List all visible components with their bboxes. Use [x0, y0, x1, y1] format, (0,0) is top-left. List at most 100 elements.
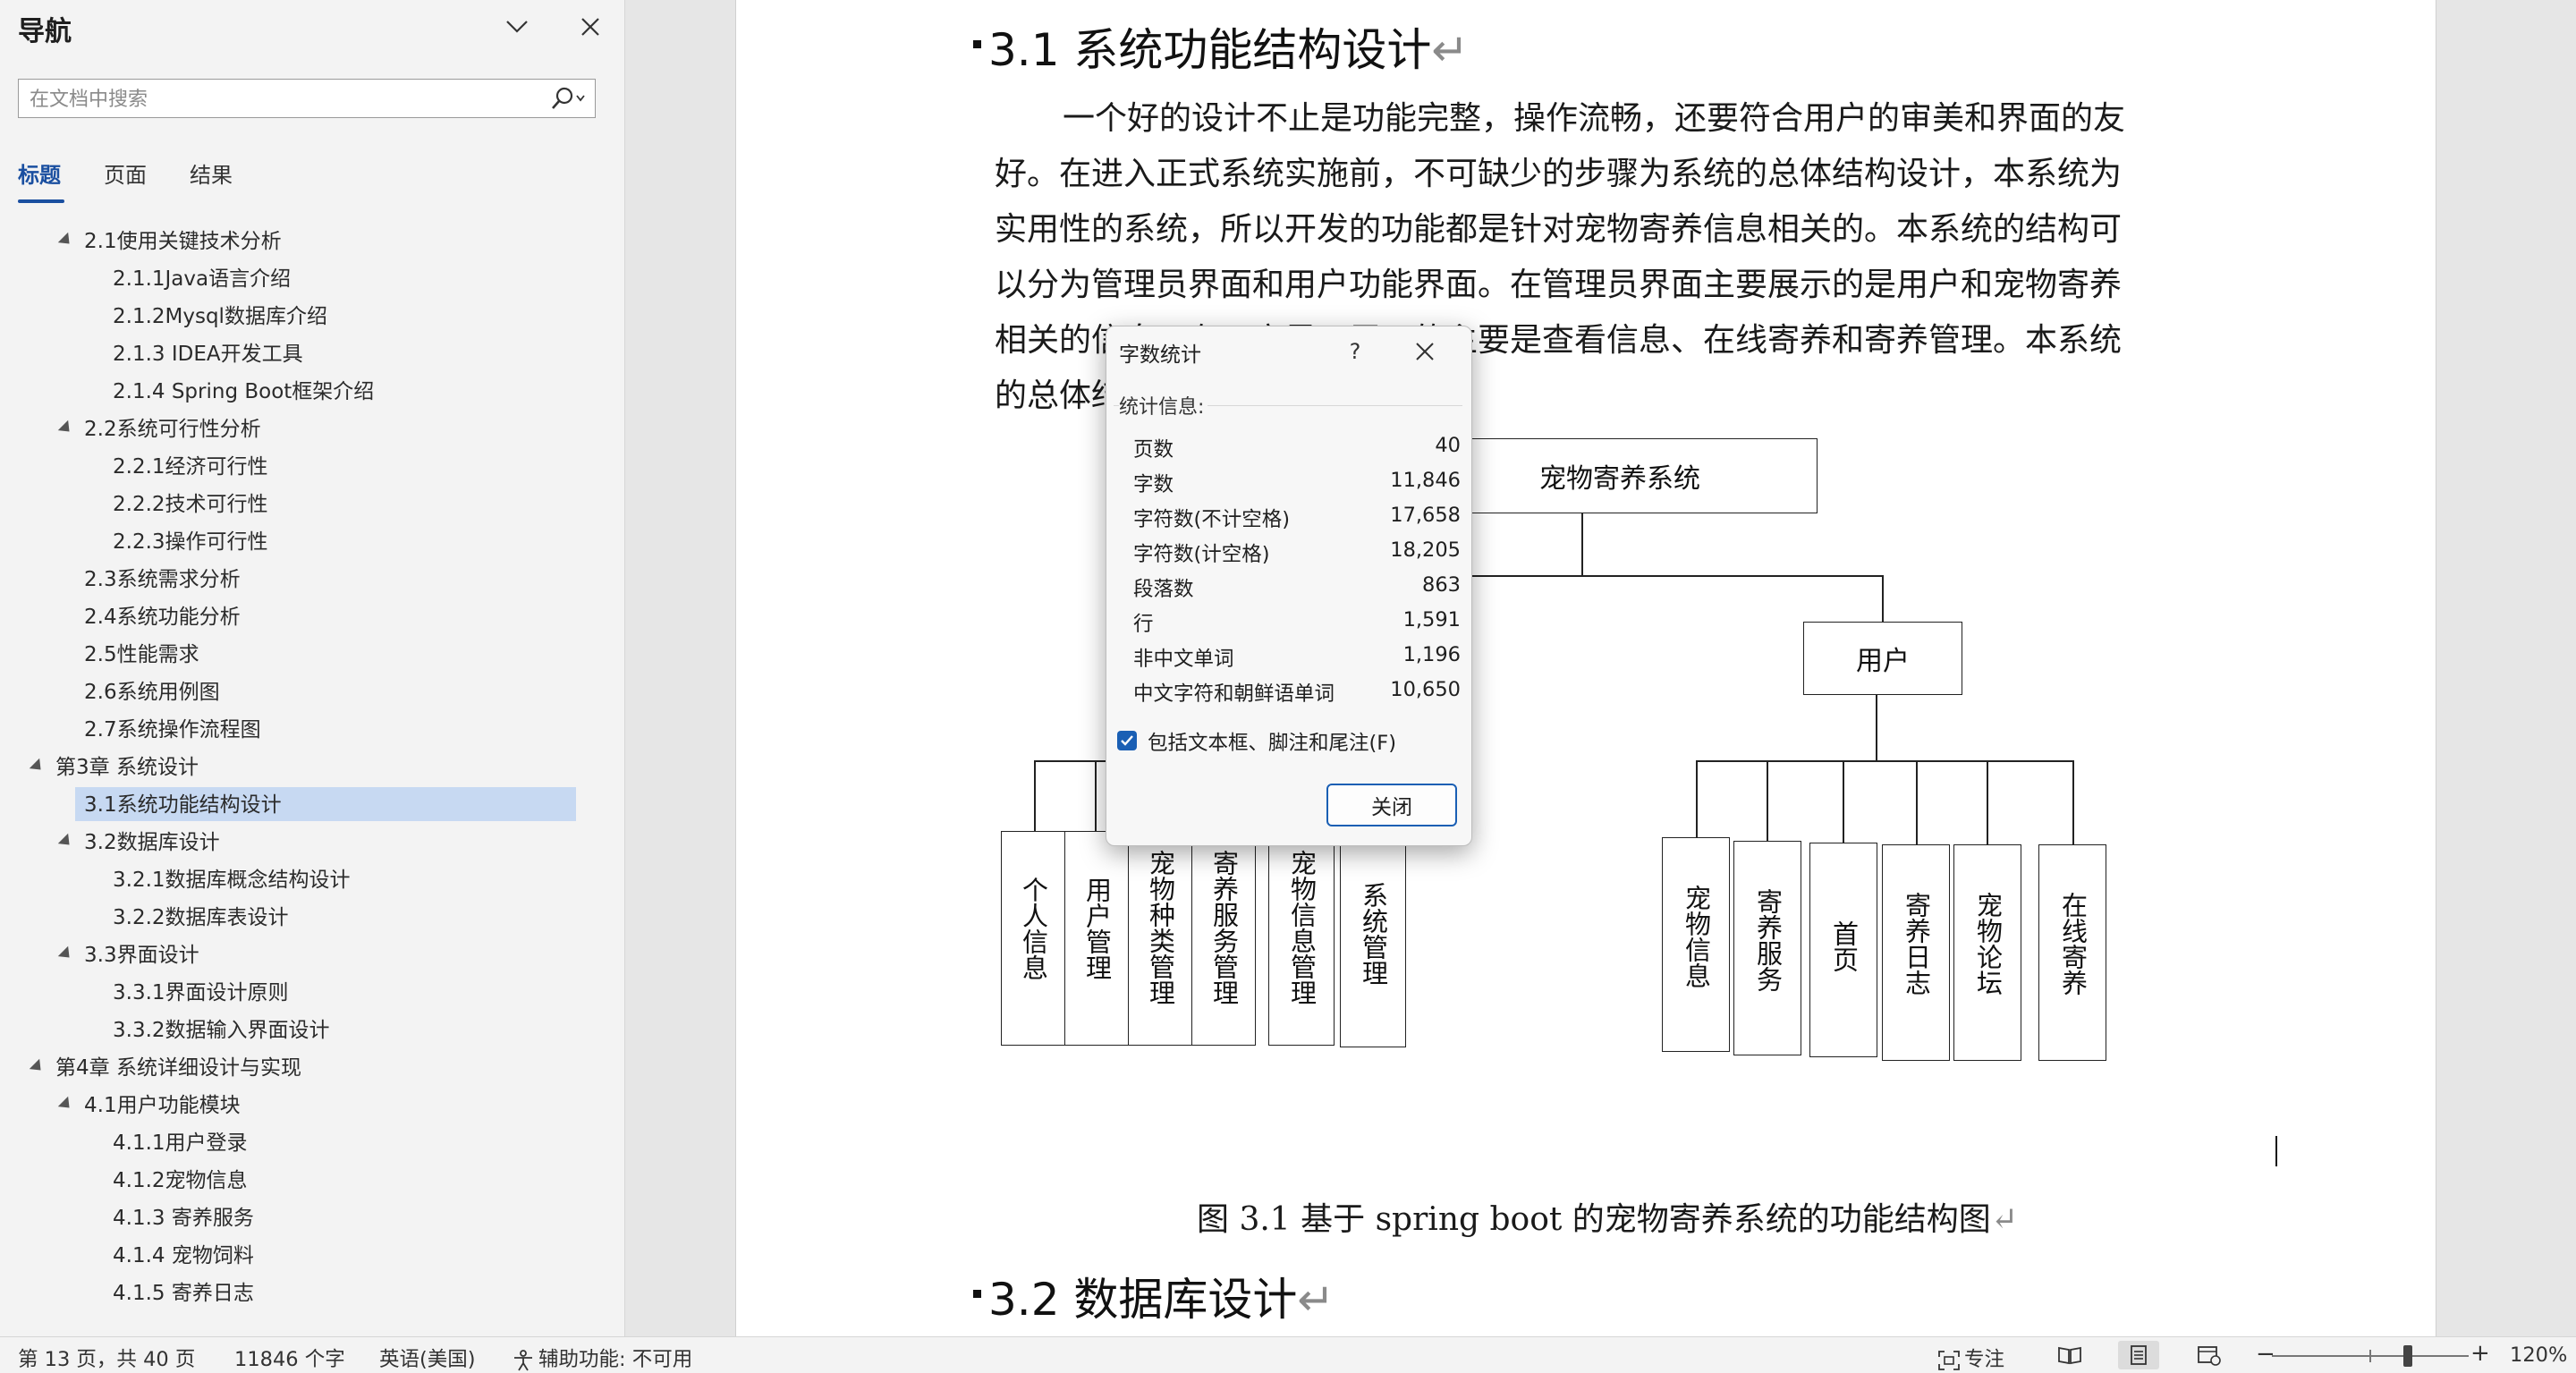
stat-name: 行: [1133, 613, 1154, 636]
tree-item[interactable]: 2.4系统功能分析: [84, 599, 241, 635]
stat-name: 中文字符和朝鲜语单词: [1133, 682, 1335, 706]
close-button[interactable]: 关闭: [1326, 784, 1457, 826]
tree-item[interactable]: 3.3.1界面设计原则: [113, 975, 289, 1011]
tree-item[interactable]: 第3章 系统设计: [55, 750, 199, 785]
tree-item[interactable]: 2.3系统需求分析: [84, 562, 241, 598]
help-button[interactable]: ?: [1337, 334, 1373, 369]
stat-row-non-asian-words: 非中文单词 1,196: [1133, 643, 1461, 677]
tab-headings[interactable]: 标题: [18, 157, 61, 189]
focus-mode-button[interactable]: 专注: [1937, 1343, 2004, 1372]
paragraph-line: 一个好的设计不止是功能完整，操作流畅，还要符合用户的审美和界面的友: [1063, 100, 2126, 137]
zoom-100-tick: [2369, 1350, 2371, 1362]
stat-value: 863: [1422, 573, 1461, 597]
stat-value: 40: [1435, 434, 1461, 457]
tree-item[interactable]: 4.1.3 寄养服务: [113, 1200, 254, 1236]
include-textboxes-label: 包括文本框、脚注和尾注(F): [1148, 732, 1396, 755]
stat-row-asian-chars: 中文字符和朝鲜语单词 10,650: [1133, 678, 1461, 712]
chevron-down-icon[interactable]: [501, 11, 533, 43]
tree-item[interactable]: 4.1.5 寄养日志: [113, 1276, 254, 1311]
statistics-label: 统计信息:: [1119, 391, 1208, 420]
tree-item[interactable]: 第4章 系统详细设计与实现: [55, 1050, 301, 1086]
close-icon[interactable]: [574, 11, 606, 43]
tree-item[interactable]: 2.2.3操作可行性: [113, 524, 268, 560]
diagram-user-child-node: 寄养日志: [1882, 844, 1950, 1061]
expand-caret-icon[interactable]: [57, 1096, 75, 1114]
accessibility-indicator[interactable]: 辅助功能: 不可用: [512, 1343, 692, 1372]
tree-item[interactable]: 2.2.1经济可行性: [113, 449, 268, 485]
tree-item[interactable]: 2.2系统可行性分析: [84, 411, 261, 447]
search-box: [18, 79, 596, 118]
tree-item[interactable]: 2.1.4 Spring Boot框架介绍: [113, 374, 374, 410]
stat-value: 1,196: [1402, 643, 1461, 666]
paragraph-line: 好。在进入正式系统实施前，不可缺少的步骤为系统的总体结构设计，本系统为: [995, 156, 2123, 192]
tree-item[interactable]: 2.1使用关键技术分析: [84, 224, 282, 259]
tree-item[interactable]: 2.1.3 IDEA开发工具: [113, 336, 303, 372]
tree-item[interactable]: 2.7系统操作流程图: [84, 712, 261, 748]
heading-3-1: 3.1 系统功能结构设计↵: [973, 14, 1469, 79]
tree-item[interactable]: 4.1用户功能模块: [84, 1088, 241, 1123]
diagram-admin-node: 寄养服务管理: [1191, 831, 1256, 1046]
diagram-user-child-node: 寄养服务: [1733, 841, 1801, 1055]
expand-caret-icon[interactable]: [57, 420, 75, 437]
zoom-slider-thumb[interactable]: [2402, 1345, 2412, 1367]
active-tab-indicator: [18, 199, 64, 203]
tree-item[interactable]: 4.1.1用户登录: [113, 1125, 248, 1161]
heading-3-2: 3.2 数据库设计↵: [973, 1264, 1335, 1328]
stat-row-lines: 行 1,591: [1133, 608, 1461, 642]
expand-caret-icon[interactable]: [57, 232, 75, 250]
page-indicator[interactable]: 第 13 页，共 40 页: [18, 1343, 195, 1372]
book-icon: [2058, 1346, 2081, 1365]
checkmark-icon[interactable]: [1117, 731, 1137, 750]
search-input[interactable]: [28, 85, 532, 114]
diagram-user-child-node: 在线寄养: [2038, 844, 2106, 1061]
diagram-user-child-node: 宠物信息: [1662, 837, 1730, 1052]
tree-item[interactable]: 3.3.2数据输入界面设计: [113, 1013, 330, 1048]
language-indicator[interactable]: 英语(美国): [379, 1343, 476, 1372]
zoom-in-button[interactable]: +: [2470, 1340, 2490, 1367]
stat-name: 字符数(不计空格): [1133, 508, 1291, 531]
tree-item[interactable]: 2.1.1Java语言介绍: [113, 261, 291, 297]
expand-caret-icon[interactable]: [29, 758, 47, 775]
print-layout-button[interactable]: [2118, 1341, 2159, 1369]
tree-item[interactable]: 3.2.1数据库概念结构设计: [113, 862, 351, 898]
page-icon: [2131, 1345, 2147, 1365]
stat-name: 字数: [1133, 473, 1174, 496]
expand-caret-icon[interactable]: [29, 1058, 47, 1076]
stat-row-paragraphs: 段落数 863: [1133, 573, 1461, 607]
status-bar: 第 13 页，共 40 页 11846 个字 英语(美国) 辅助功能: 不可用 …: [0, 1336, 2576, 1373]
figure-caption: 图 3.1 基于 spring boot 的宠物寄养系统的功能结构图↵: [1197, 1201, 2018, 1238]
stat-row-chars-no-spaces: 字符数(不计空格) 17,658: [1133, 504, 1461, 538]
tree-item[interactable]: 2.2.2技术可行性: [113, 487, 268, 522]
expand-caret-icon[interactable]: [57, 833, 75, 851]
tab-results[interactable]: 结果: [190, 157, 233, 189]
paragraph-line: 以分为管理员界面和用户功能界面。在管理员界面主要展示的是用户和宠物寄养: [995, 267, 2123, 303]
read-mode-button[interactable]: [2052, 1341, 2088, 1369]
tree-item[interactable]: 2.1.2Mysql数据库介绍: [113, 299, 327, 335]
tree-item[interactable]: 2.5性能需求: [84, 637, 199, 673]
diagram-admin-node: 宠物种类管理: [1128, 831, 1192, 1046]
tree-item[interactable]: 4.1.2宠物信息: [113, 1163, 248, 1199]
zoom-out-button[interactable]: −: [2256, 1341, 2275, 1368]
stat-name: 字符数(计空格): [1133, 543, 1270, 566]
zoom-level[interactable]: 120%: [2510, 1343, 2567, 1367]
tree-item[interactable]: 3.2数据库设计: [84, 825, 220, 860]
tab-pages[interactable]: 页面: [104, 157, 147, 189]
tree-item[interactable]: 3.3界面设计: [84, 937, 199, 973]
stat-name: 页数: [1133, 438, 1174, 462]
document-page[interactable]: [735, 0, 2436, 1336]
dialog-close-icon[interactable]: [1407, 334, 1443, 369]
tree-item[interactable]: 4.1.4 宠物饲料: [113, 1238, 254, 1274]
diagram-user-node: 用户: [1803, 622, 1962, 695]
search-button[interactable]: [541, 83, 589, 114]
tree-item[interactable]: 3.1系统功能结构设计: [84, 787, 282, 823]
expand-caret-icon[interactable]: [57, 945, 75, 963]
web-layout-button[interactable]: [2191, 1341, 2227, 1369]
word-count-indicator[interactable]: 11846 个字: [234, 1343, 345, 1372]
tree-item[interactable]: 3.2.2数据库表设计: [113, 900, 289, 936]
tree-item[interactable]: 2.6系统用例图: [84, 674, 220, 710]
stat-value: 1,591: [1402, 608, 1461, 631]
diagram-root-node: 宠物寄养系统: [1422, 438, 1818, 513]
web-layout-icon: [2198, 1346, 2221, 1366]
diagram-user-child-node: 首页: [1809, 843, 1877, 1057]
clipped-tree-item: ▪▪▪▪▪▪▪: [54, 213, 206, 218]
